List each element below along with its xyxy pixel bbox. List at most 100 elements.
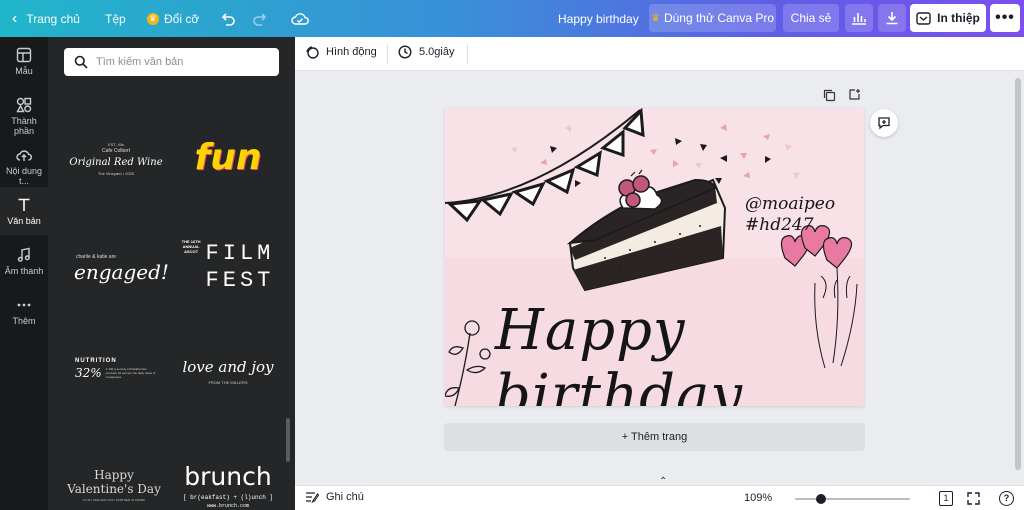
insights-button[interactable] [845,4,873,32]
panel-scrollbar[interactable] [286,418,290,462]
text-template-engaged[interactable]: charlie & katie are engaged! [62,219,169,319]
text-template-brunch[interactable]: brunch [ br(eakfast) + (l)unch ] www.bru… [176,435,280,510]
tile-small-text: FROM THE MILLERS [208,379,248,385]
text-template-love-joy[interactable]: love and joy FROM THE MILLERS [176,321,280,421]
add-comment-icon [878,117,890,130]
try-pro-button[interactable]: ♛ Dùng thử Canva Pro [649,4,776,32]
rail-item-audio[interactable]: Âm thanh [0,237,48,285]
fullscreen-button[interactable] [967,492,980,508]
text-template-valentine[interactable]: Happy Valentine's Day TO MY ONE AND ONLY… [62,435,166,510]
home-label: Trang chủ [26,11,80,26]
share-button[interactable]: Chia sẻ [783,4,839,32]
search-icon [74,55,88,69]
crown-icon: ♛ [147,12,159,25]
redo-button[interactable] [252,0,268,37]
redo-icon [253,12,267,26]
design-title[interactable]: Happy birthday [558,0,639,37]
rail-label: Thêm [12,316,36,326]
tile-small-text: A 100 g serving of blackberries provides… [105,367,156,379]
left-rail: Mẫu Thành phần Nội dung t... Văn bản Âm … [0,37,48,510]
zoom-slider-track [795,498,910,500]
help-button[interactable]: ? [999,491,1014,506]
rail-item-more[interactable]: Thêm [0,287,48,335]
home-button[interactable]: ‹ Trang chủ [12,0,80,37]
text-template-film-fest[interactable]: THE 16TH ANNUAL ASCOT FILM FEST [176,217,280,317]
nutrition-row: 32% A 100 g serving of blackberries prov… [75,366,156,380]
print-card-button[interactable]: In thiệp [910,4,986,32]
duration-label: 5.0giây [419,46,455,58]
text-template-wine[interactable]: EST. 40s Cafe Colbert Original Red Wine … [64,109,168,209]
add-page-button[interactable]: + Thêm trang [444,423,865,451]
tile-main-text: love and joy [182,357,274,376]
canvas-scrollbar[interactable] [1015,78,1021,470]
text-panel: Tìm kiếm văn bản EST. 40s Cafe Colbert O… [48,37,295,510]
resize-button[interactable]: ♛ Đổi cỡ [147,0,199,37]
search-placeholder: Tìm kiếm văn bản [96,56,184,68]
notes-icon [306,492,319,503]
editor-toolbar: Hình động 5.0giây [295,37,1024,71]
zoom-level[interactable]: 109% [744,492,772,504]
animate-icon [306,46,319,59]
comment-button[interactable] [870,109,898,137]
tile-main-text: brunch [184,461,272,491]
animate-button[interactable]: Hình động [305,45,377,59]
notes-button[interactable]: Ghi chú [305,491,364,503]
more-options-button[interactable]: ••• [990,4,1020,32]
duration-button[interactable]: 5.0giây [398,45,454,59]
zoom-slider-thumb[interactable] [816,494,826,504]
tile-small-text: www.brunch.com [206,502,249,509]
tile-main-text: NUTRITION [75,358,117,364]
cloud-save-button[interactable] [291,0,309,37]
floral-doodle [445,320,491,406]
file-label: Tệp [105,11,126,26]
birthday-card-page[interactable]: @moaipeo #hd247 Happy birthday [445,108,864,406]
chevron-left-icon: ‹ [12,9,18,27]
expand-icon [967,492,980,505]
template-icon [16,47,32,63]
text-template-fun[interactable]: fun [176,107,280,207]
tile-small-text: The Vineyard • 2020 [97,171,135,176]
cake-illustration [566,169,727,292]
card-handle: @moaipeo [745,194,836,214]
print-card-label: In thiệp [937,11,980,25]
rail-item-templates[interactable]: Mẫu [0,37,48,85]
toolbar-divider [467,44,468,64]
resize-label: Đổi cỡ [164,11,200,26]
design-title-text: Happy birthday [558,11,639,26]
text-icon [18,198,30,211]
notes-label: Ghi chú [326,491,364,503]
cloud-check-icon [291,12,309,25]
rail-label: Thành phần [11,116,37,136]
upload-cloud-icon [16,150,32,161]
text-template-nutrition[interactable]: NUTRITION 32% A 100 g serving of blackbe… [62,319,166,419]
film-main-col: FILM FEST [206,240,275,294]
rail-item-uploads[interactable]: Nội dung t... [0,137,48,186]
add-page-icon-button[interactable] [848,88,861,106]
page-count-button[interactable]: 1 [939,491,953,506]
text-search-box[interactable]: Tìm kiếm văn bản [64,48,279,76]
ellipsis-icon: ••• [995,9,1015,26]
download-icon [886,12,898,25]
download-button[interactable] [878,4,906,32]
toolbar-divider [387,44,388,64]
rail-item-elements[interactable]: Thành phần [0,87,48,136]
crown-icon: ♛ [650,12,660,24]
card-greeting[interactable]: Happy birthday [495,298,864,406]
rail-item-text[interactable]: Văn bản [0,187,48,235]
file-menu[interactable]: Tệp [105,0,126,37]
try-pro-label: Dùng thử Canva Pro [663,11,775,25]
tile-main-text: Original Red Wine [69,157,163,168]
tile-small-text: EST. 40s [107,142,124,147]
tile-main-text: engaged! [74,260,169,284]
question-mark-icon: ? [1003,493,1010,503]
zoom-slider[interactable] [795,492,910,506]
clock-icon [398,45,412,59]
elements-icon [16,97,32,113]
tile-main-text: FEST [205,268,275,293]
page-count: 1 [943,493,949,503]
film-small-col: THE 16TH ANNUAL ASCOT [182,239,201,254]
more-icon [17,303,31,307]
undo-button[interactable] [220,0,236,37]
card-handle-text[interactable]: @moaipeo #hd247 [745,194,835,236]
duplicate-page-button[interactable] [823,89,836,107]
